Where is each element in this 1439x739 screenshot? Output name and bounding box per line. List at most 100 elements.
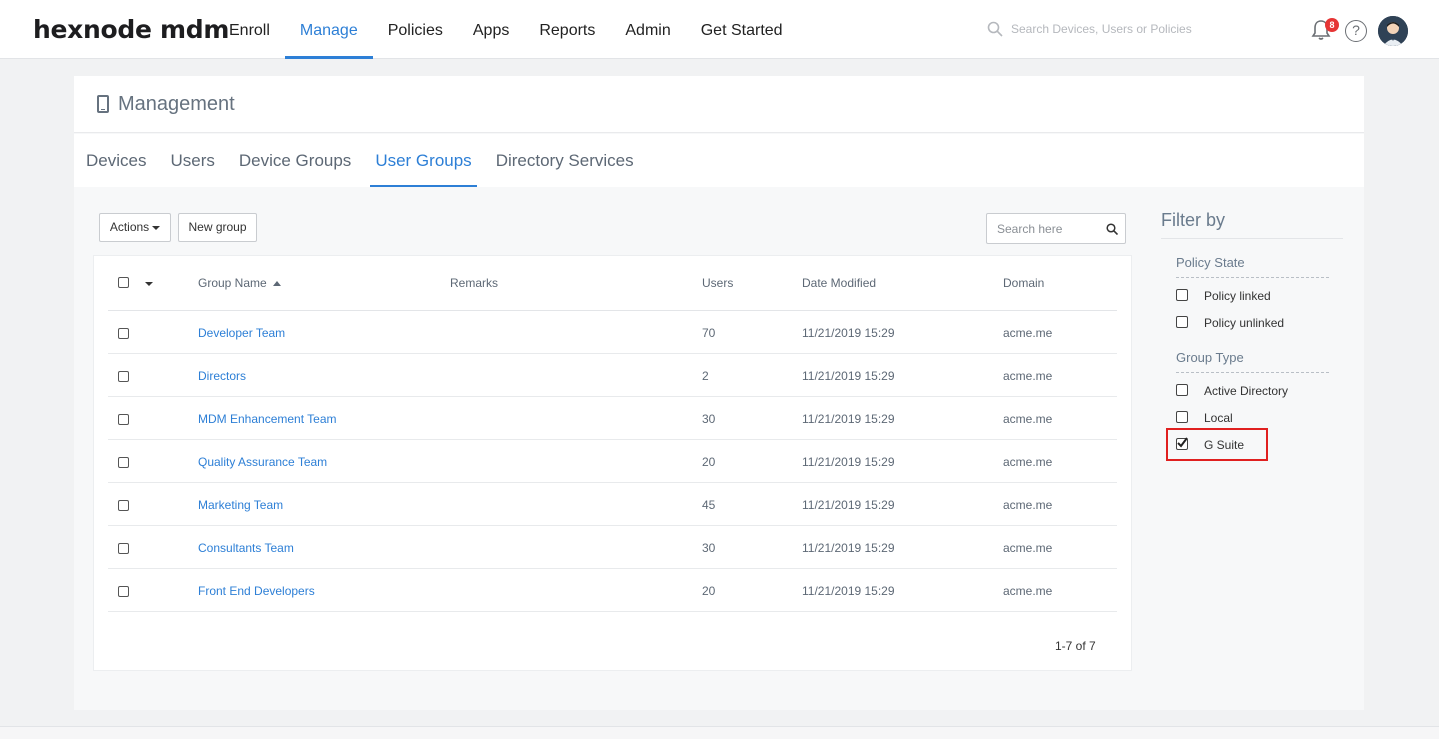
column-remarks[interactable]: Remarks: [450, 276, 498, 290]
group-name-link[interactable]: Marketing Team: [198, 498, 283, 512]
nav-manage[interactable]: Manage: [284, 0, 373, 59]
active-directory-label: Active Directory: [1204, 384, 1289, 398]
group-date-modified: 11/21/2019 15:29: [802, 498, 895, 512]
bulk-select-caret-icon[interactable]: [145, 282, 153, 286]
actions-dropdown-button[interactable]: Actions: [99, 213, 171, 242]
search-icon[interactable]: [1106, 223, 1118, 235]
notification-badge: 8: [1325, 18, 1339, 32]
table-row: Quality Assurance Team 20 11/21/2019 15:…: [108, 440, 1117, 483]
search-icon: [987, 21, 1003, 37]
table-row: Marketing Team 45 11/21/2019 15:29 acme.…: [108, 483, 1117, 526]
nav-admin[interactable]: Admin: [610, 0, 685, 59]
filter-group-type-heading: Group Type: [1176, 350, 1244, 365]
group-name-link[interactable]: Consultants Team: [198, 541, 294, 555]
group-name-link[interactable]: MDM Enhancement Team: [198, 412, 337, 426]
filter-divider: [1176, 372, 1329, 373]
group-date-modified: 11/21/2019 15:29: [802, 584, 895, 598]
group-name-link[interactable]: Quality Assurance Team: [198, 455, 327, 469]
filter-policy-state-heading: Policy State: [1176, 255, 1245, 270]
table-row: Developer Team 70 11/21/2019 15:29 acme.…: [108, 311, 1117, 354]
mobile-device-icon: [97, 95, 109, 113]
group-date-modified: 11/21/2019 15:29: [802, 369, 895, 383]
group-domain: acme.me: [1003, 412, 1053, 426]
group-users-count: 30: [702, 541, 716, 555]
group-domain: acme.me: [1003, 498, 1053, 512]
row-checkbox[interactable]: [118, 543, 129, 554]
pagination-info: 1-7 of 7: [1055, 639, 1096, 653]
nav-policies[interactable]: Policies: [373, 0, 458, 59]
table-search: [986, 213, 1126, 244]
table-row: Front End Developers 20 11/21/2019 15:29…: [108, 569, 1117, 612]
select-all-checkbox[interactable]: [118, 277, 129, 288]
table-row: Consultants Team 30 11/21/2019 15:29 acm…: [108, 526, 1117, 569]
active-directory-checkbox[interactable]: [1176, 384, 1188, 396]
policy-unlinked-checkbox[interactable]: [1176, 316, 1188, 328]
nav-get-started[interactable]: Get Started: [686, 0, 798, 59]
policy-linked-label: Policy linked: [1204, 289, 1271, 303]
filter-divider: [1176, 277, 1329, 278]
bottom-strip: [0, 726, 1439, 739]
group-name-link[interactable]: Front End Developers: [198, 584, 315, 598]
highlight-box: [1166, 428, 1268, 461]
management-tabs: Devices Users Device Groups User Groups …: [74, 134, 1364, 187]
nav-reports[interactable]: Reports: [524, 0, 610, 59]
group-users-count: 2: [702, 369, 709, 383]
policy-unlinked-label: Policy unlinked: [1204, 316, 1285, 330]
row-checkbox[interactable]: [118, 500, 129, 511]
table-search-input[interactable]: [997, 222, 1097, 236]
row-checkbox[interactable]: [118, 414, 129, 425]
page-title: Management: [118, 93, 235, 115]
group-date-modified: 11/21/2019 15:29: [802, 541, 895, 555]
group-users-count: 30: [702, 412, 716, 426]
local-label: Local: [1204, 411, 1233, 425]
group-name-link[interactable]: Directors: [198, 369, 246, 383]
column-users[interactable]: Users: [702, 276, 733, 290]
group-users-count: 45: [702, 498, 716, 512]
group-users-count: 20: [702, 455, 716, 469]
main-nav: Enroll Manage Policies Apps Reports Admi…: [214, 0, 798, 59]
tab-directory-services[interactable]: Directory Services: [491, 134, 639, 187]
actions-label: Actions: [109, 220, 150, 234]
help-icon[interactable]: ?: [1345, 20, 1367, 42]
column-group-name[interactable]: Group Name: [198, 276, 282, 290]
column-date-modified[interactable]: Date Modified: [802, 276, 876, 290]
tab-devices[interactable]: Devices: [81, 134, 151, 187]
local-checkbox[interactable]: [1176, 411, 1188, 423]
row-checkbox[interactable]: [118, 328, 129, 339]
tab-users[interactable]: Users: [165, 134, 219, 187]
policy-linked-checkbox[interactable]: [1176, 289, 1188, 301]
group-users-count: 20: [702, 584, 716, 598]
group-domain: acme.me: [1003, 326, 1053, 340]
row-checkbox[interactable]: [118, 457, 129, 468]
tab-user-groups[interactable]: User Groups: [370, 134, 478, 187]
row-checkbox[interactable]: [118, 371, 129, 382]
group-domain: acme.me: [1003, 541, 1053, 555]
filter-title: Filter by: [1161, 210, 1226, 230]
top-navbar: hexnode mdm Enroll Manage Policies Apps …: [0, 0, 1439, 59]
global-search-input[interactable]: [1011, 22, 1241, 36]
filter-divider: [1161, 238, 1343, 239]
nav-enroll[interactable]: Enroll: [214, 0, 285, 59]
group-date-modified: 11/21/2019 15:29: [802, 412, 895, 426]
management-header: Management: [74, 76, 1364, 133]
user-groups-table: Group Name Remarks Users Date Modified D…: [93, 255, 1132, 671]
hexnode-logo[interactable]: hexnode mdm: [33, 15, 229, 44]
group-name-link[interactable]: Developer Team: [198, 326, 285, 340]
group-users-count: 70: [702, 326, 716, 340]
group-domain: acme.me: [1003, 584, 1053, 598]
row-checkbox[interactable]: [118, 586, 129, 597]
management-panel: Management Devices Users Device Groups U…: [74, 76, 1364, 710]
group-date-modified: 11/21/2019 15:29: [802, 326, 895, 340]
caret-down-icon: [152, 225, 161, 230]
new-group-button[interactable]: New group: [178, 213, 257, 242]
avatar[interactable]: [1378, 16, 1408, 46]
group-date-modified: 11/21/2019 15:29: [802, 455, 895, 469]
column-group-name-label: Group Name: [198, 276, 267, 290]
tab-device-groups[interactable]: Device Groups: [234, 134, 356, 187]
sort-ascending-icon: [273, 281, 282, 287]
nav-apps[interactable]: Apps: [458, 0, 524, 59]
column-domain[interactable]: Domain: [1003, 276, 1044, 290]
table-row: MDM Enhancement Team 30 11/21/2019 15:29…: [108, 397, 1117, 440]
user-avatar-icon: [1378, 16, 1408, 46]
table-row: Directors 2 11/21/2019 15:29 acme.me: [108, 354, 1117, 397]
